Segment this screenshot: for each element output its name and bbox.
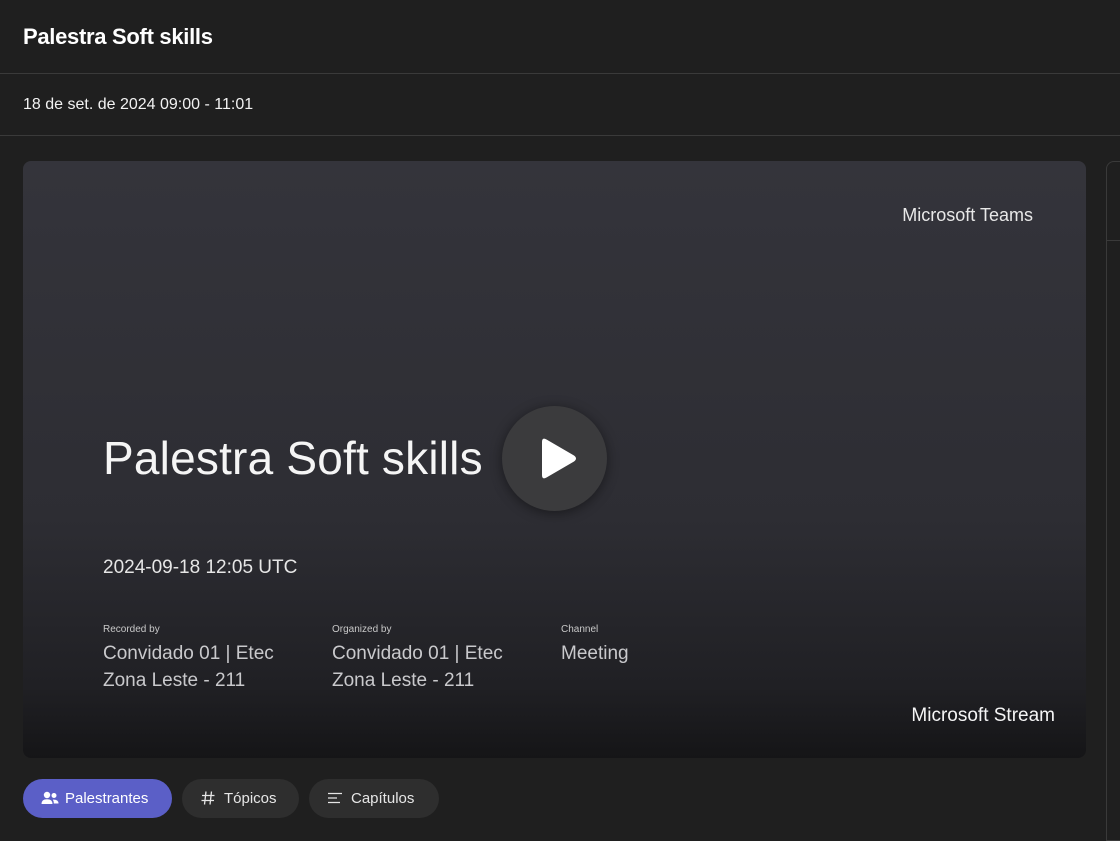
organized-by-name: Convidado 01 | Etec: [332, 643, 503, 664]
page-header: Palestra Soft skills: [0, 0, 1120, 74]
tab-palestrantes[interactable]: Palestrantes: [23, 779, 172, 818]
tab-capitulos[interactable]: Capítulos: [309, 779, 439, 818]
microsoft-teams-label: Microsoft Teams: [902, 205, 1033, 225]
play-icon: [542, 438, 576, 479]
side-panel-divider: [1106, 240, 1120, 241]
channel-value: Meeting: [561, 643, 629, 664]
play-button[interactable]: [502, 406, 607, 511]
organized-by-location: Zona Leste - 211: [332, 670, 475, 691]
chapters-icon: [327, 790, 343, 810]
side-panel-edge: [1106, 161, 1120, 841]
video-player[interactable]: Microsoft Teams Palestra Soft skills 202…: [23, 161, 1086, 758]
channel-label: Channel: [561, 624, 599, 635]
people-icon: [40, 790, 60, 810]
meeting-date-range: 18 de set. de 2024 09:00 - 11:01: [23, 96, 254, 113]
video-recording-date: 2024-09-18 12:05 UTC: [103, 557, 298, 578]
tab-capitulos-label: Capítulos: [351, 790, 415, 807]
channel-block: Channel Meeting: [561, 624, 629, 667]
hashtag-icon: [200, 790, 216, 810]
meeting-info-bar: 18 de set. de 2024 09:00 - 11:01: [0, 74, 1120, 136]
recorded-by-label: Recorded by: [103, 624, 160, 635]
video-title: Palestra Soft skills: [103, 432, 483, 484]
tab-topicos-label: Tópicos: [224, 790, 277, 807]
recorded-by-location: Zona Leste - 211: [103, 670, 246, 691]
microsoft-stream-label: Microsoft Stream: [911, 705, 1055, 726]
tab-palestrantes-label: Palestrantes: [65, 790, 149, 807]
organized-by-block: Organized by Convidado 01 | Etec Zona Le…: [332, 624, 503, 694]
tab-topicos[interactable]: Tópicos: [182, 779, 299, 818]
recorded-by-block: Recorded by Convidado 01 | Etec Zona Les…: [103, 624, 274, 694]
page-title: Palestra Soft skills: [23, 24, 213, 49]
organized-by-label: Organized by: [332, 624, 392, 635]
recorded-by-name: Convidado 01 | Etec: [103, 643, 274, 664]
